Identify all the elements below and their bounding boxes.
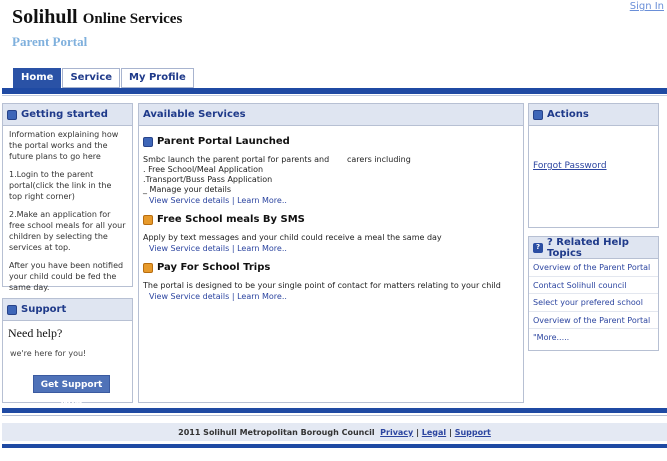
available-services-panel: Available Services Parent Portal Launche… <box>138 103 524 403</box>
view-service-details-link[interactable]: View Service details <box>149 292 229 301</box>
service-title[interactable]: Free School meals By SMS <box>143 214 519 225</box>
here-for-you-text: we're here for you! <box>10 349 87 358</box>
help-topic-item[interactable]: Contact Solihull council <box>529 277 658 294</box>
getting-started-header: Getting started <box>3 104 132 126</box>
service-line: . Free School/Meal Application <box>143 165 264 174</box>
link-separator: | <box>231 292 235 301</box>
get-support-button[interactable]: Get Support Now <box>33 375 110 408</box>
service-item: Pay For School Trips The portal is desig… <box>143 262 519 303</box>
getting-started-paragraph: Information explaining how the portal wo… <box>9 130 119 161</box>
footer-bottom-bar <box>2 444 667 448</box>
footer-divider-thin <box>2 415 667 416</box>
service-title-text: Parent Portal Launched <box>157 136 290 147</box>
support-header: Support <box>3 299 132 321</box>
legal-link[interactable]: Legal <box>422 428 446 437</box>
getting-started-paragraph: After you have been notified your child … <box>9 261 124 292</box>
privacy-link[interactable]: Privacy <box>380 428 413 437</box>
service-links: View Service details | Learn More.. <box>143 243 519 255</box>
getting-started-paragraph: 1.Login to the parent portal(click the l… <box>9 170 112 201</box>
learn-more-link[interactable]: Learn More.. <box>237 244 287 253</box>
getting-started-paragraph: 2.Make an application for free school me… <box>9 210 126 252</box>
sign-in-link[interactable]: Sign In <box>630 1 664 12</box>
footer-divider <box>2 408 667 413</box>
actions-panel: Actions Forgot Password <box>528 103 659 228</box>
help-topic-item[interactable]: Overview of the Parent Portal <box>529 312 658 329</box>
service-description: The portal is designed to be your single… <box>143 281 519 291</box>
related-help-title: ? Related Help Topics <box>547 236 629 259</box>
service-item: Parent Portal Launched Smbc launch the p… <box>143 136 519 207</box>
service-line: The portal is designed to be your single… <box>143 281 501 290</box>
support-icon <box>7 304 17 315</box>
page-subtitle: Parent Portal <box>12 34 88 49</box>
forgot-password-link[interactable]: Forgot Password <box>533 161 658 171</box>
need-help-text: Need help? <box>8 326 63 340</box>
services-list: Parent Portal Launched Smbc launch the p… <box>139 126 523 303</box>
help-topic-more[interactable]: "More..... <box>529 329 658 347</box>
header-divider <box>2 88 667 94</box>
header-divider-thin <box>2 95 667 96</box>
link-separator: | <box>231 244 235 253</box>
service-item: Free School meals By SMS Apply by text m… <box>143 214 519 255</box>
help-topics-list: Overview of the Parent Portal Contact So… <box>529 259 658 347</box>
tab-service[interactable]: Service <box>62 68 121 88</box>
service-links: View Service details | Learn More.. <box>143 291 519 303</box>
service-line: _ Manage your details <box>143 185 232 194</box>
support-link[interactable]: Support <box>455 428 491 437</box>
brand: Solihull Online Services <box>12 6 182 29</box>
footer-separator: | <box>448 427 452 437</box>
service-description: Smbc launch the parent portal for parent… <box>143 155 519 195</box>
available-services-header: Available Services <box>139 104 523 126</box>
info-icon <box>7 109 17 120</box>
copyright-text: 2011 Solihull Metropolitan Borough Counc… <box>178 427 375 437</box>
view-service-details-link[interactable]: View Service details <box>149 196 229 205</box>
brand-sub: Online Services <box>82 11 183 27</box>
tab-home[interactable]: Home <box>13 68 62 88</box>
service-orange-icon <box>143 214 153 225</box>
getting-started-title: Getting started <box>21 109 108 120</box>
view-service-details-link[interactable]: View Service details <box>149 244 229 253</box>
service-orange-icon <box>143 262 153 273</box>
getting-started-panel: Getting started Information explaining h… <box>2 103 133 292</box>
support-panel: Support Need help? we're here for you! G… <box>2 298 133 408</box>
footer: 2011 Solihull Metropolitan Borough Counc… <box>2 423 667 441</box>
service-description: Apply by text messages and your child co… <box>143 233 519 243</box>
actions-header: Actions <box>529 104 658 126</box>
learn-more-link[interactable]: Learn More.. <box>237 196 287 205</box>
related-help-panel: ? ? Related Help Topics Overview of the … <box>528 236 659 351</box>
service-links: View Service details | Learn More.. <box>143 195 519 207</box>
service-title[interactable]: Pay For School Trips <box>143 262 519 273</box>
service-line: .Transport/Buss Pass Application <box>143 175 273 184</box>
footer-separator: | <box>416 427 419 437</box>
service-title[interactable]: Parent Portal Launched <box>143 136 519 147</box>
tab-my-profile[interactable]: My Profile <box>121 68 194 88</box>
brand-main: Solihull <box>12 6 78 28</box>
help-topic-item[interactable]: Overview of the Parent Portal <box>529 259 658 277</box>
service-line: Apply by text messages and your child co… <box>143 233 442 242</box>
service-title-text: Pay For School Trips <box>157 262 271 273</box>
getting-started-text: Information explaining how the portal wo… <box>3 126 132 303</box>
service-blue-icon <box>143 136 153 147</box>
help-topic-item[interactable]: Select your prefered school <box>529 294 658 312</box>
support-title: Support <box>21 304 67 315</box>
service-line: Smbc launch the parent portal for parent… <box>143 155 411 164</box>
tab-bar: Home Service My Profile <box>13 68 195 88</box>
learn-more-link[interactable]: Learn More.. <box>237 292 287 301</box>
actions-title: Actions <box>547 109 589 120</box>
related-help-header: ? ? Related Help Topics <box>529 237 658 259</box>
link-separator: | <box>231 196 235 205</box>
help-icon: ? <box>533 242 543 253</box>
service-title-text: Free School meals By SMS <box>157 214 305 225</box>
actions-icon <box>533 109 543 120</box>
